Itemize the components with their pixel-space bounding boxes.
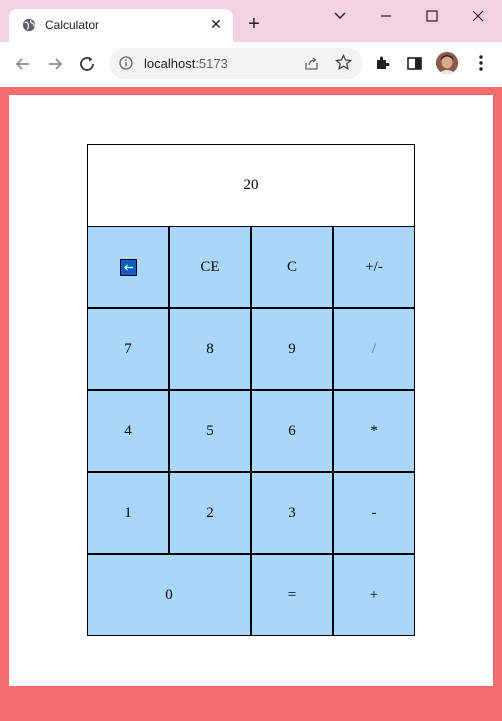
address-bar[interactable]: localhost:5173 [109,48,363,79]
side-panel-icon[interactable] [406,55,423,72]
info-icon[interactable] [119,56,133,70]
forward-arrow-icon[interactable] [44,53,66,75]
calculator: 20 CE C +/- 7 8 9 / 4 5 6 * 1 2 3 - 0 = … [87,144,415,636]
digit-6-button[interactable]: 6 [251,390,333,472]
backspace-button[interactable] [87,226,169,308]
digit-7-button[interactable]: 7 [87,308,169,390]
tab-title: Calculator [45,18,100,32]
chevron-down-icon[interactable] [330,6,350,26]
tab-strip: Calculator ✕ + [0,0,502,42]
add-button[interactable]: + [333,554,415,636]
clear-entry-button[interactable]: CE [169,226,251,308]
back-arrow-icon[interactable] [12,53,34,75]
browser-toolbar: localhost:5173 [0,42,502,87]
calculator-display: 20 [88,145,414,226]
bookmark-star-icon[interactable] [335,54,352,71]
globe-icon [22,18,36,32]
close-window-icon[interactable] [468,6,488,26]
digit-0-button[interactable]: 0 [87,554,251,636]
digit-8-button[interactable]: 8 [169,308,251,390]
backspace-icon [119,258,137,276]
new-tab-button[interactable]: + [244,14,264,34]
divide-button[interactable]: / [333,308,415,390]
page-viewport: 20 CE C +/- 7 8 9 / 4 5 6 * 1 2 3 - 0 = … [0,87,502,721]
minimize-icon[interactable] [376,6,396,26]
digit-1-button[interactable]: 1 [87,472,169,554]
digit-5-button[interactable]: 5 [169,390,251,472]
avatar-image [436,52,458,74]
maximize-icon[interactable] [422,6,442,26]
url-text: localhost:5173 [144,56,228,71]
negate-button[interactable]: +/- [333,226,415,308]
url-port: :5173 [195,56,228,71]
profile-avatar[interactable] [436,52,458,74]
clear-button[interactable]: C [251,226,333,308]
page-body: 20 CE C +/- 7 8 9 / 4 5 6 * 1 2 3 - 0 = … [9,95,493,686]
equals-button[interactable]: = [251,554,333,636]
reload-icon[interactable] [76,53,98,75]
digit-4-button[interactable]: 4 [87,390,169,472]
browser-tab[interactable]: Calculator ✕ [9,9,233,42]
digit-3-button[interactable]: 3 [251,472,333,554]
subtract-button[interactable]: - [333,472,415,554]
share-icon[interactable] [303,55,320,72]
digit-2-button[interactable]: 2 [169,472,251,554]
extensions-icon[interactable] [374,55,391,72]
url-host: localhost [144,56,196,71]
more-menu-icon[interactable] [478,54,484,72]
close-tab-button[interactable]: ✕ [207,15,225,33]
multiply-button[interactable]: * [333,390,415,472]
digit-9-button[interactable]: 9 [251,308,333,390]
